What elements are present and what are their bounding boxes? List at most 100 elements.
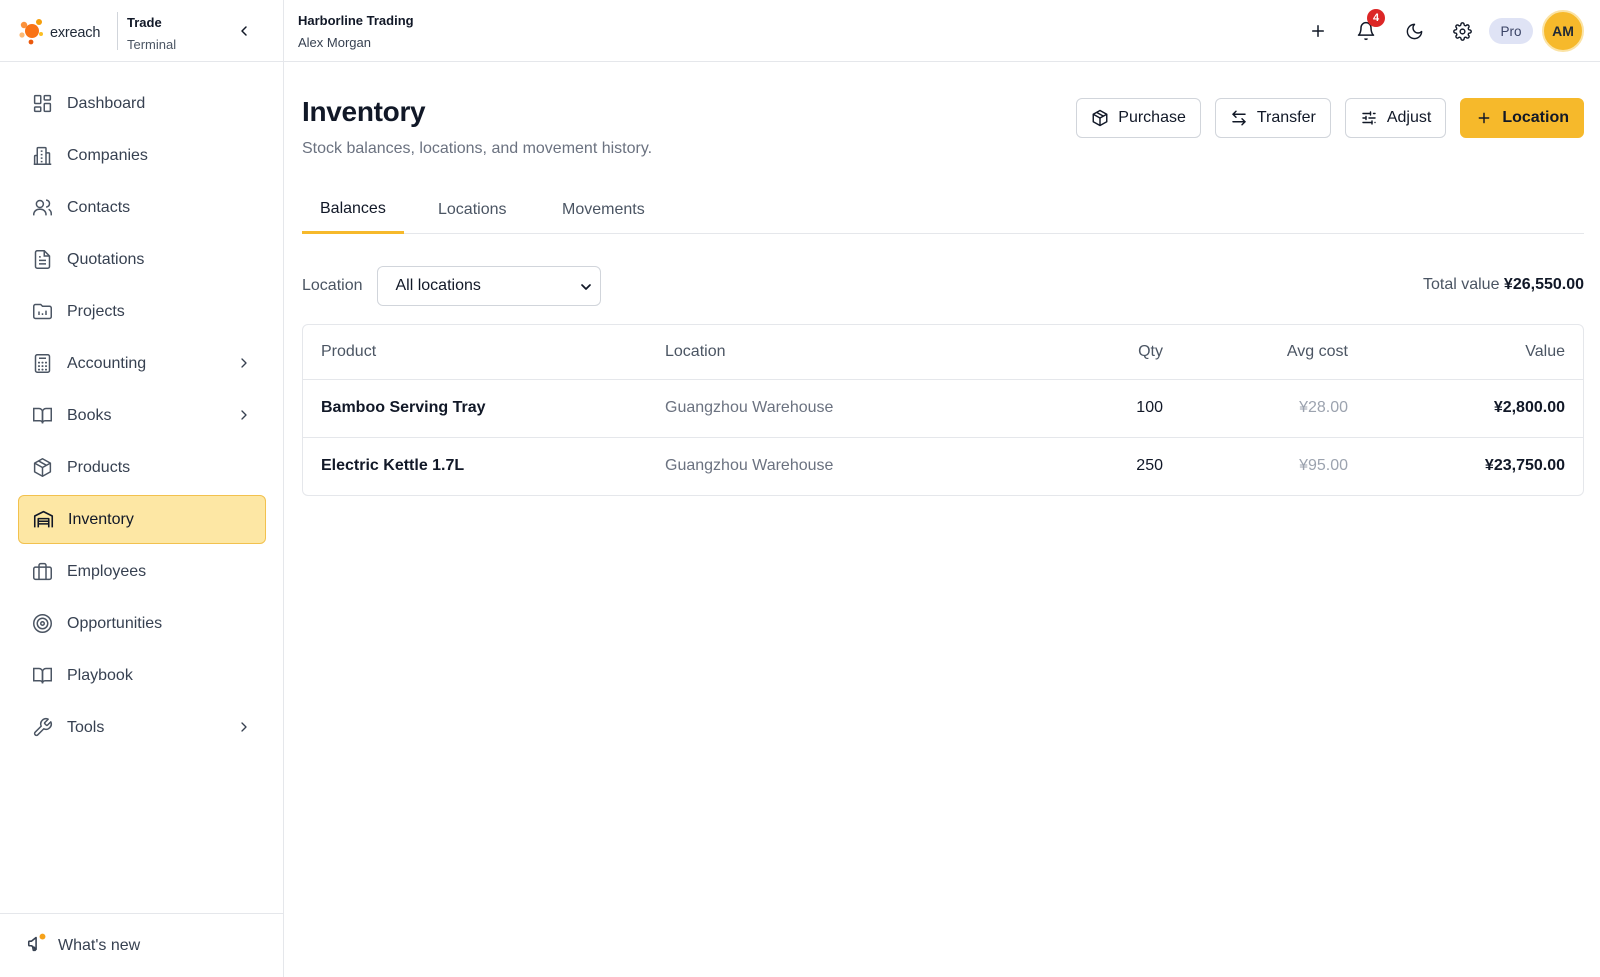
sidebar-item-contacts[interactable]: Contacts [18,183,266,232]
sidebar-item-books[interactable]: Books [18,391,266,440]
page-subtitle: Stock balances, locations, and movement … [302,140,653,157]
chevron-right-icon [241,358,247,368]
transfer-button[interactable]: Transfer [1214,98,1331,138]
package-icon [1091,109,1109,127]
theme-toggle-button[interactable] [1398,15,1430,47]
tab-balances[interactable]: Balances [302,186,404,234]
sidebar-item-tools[interactable]: Tools [18,703,266,752]
package-icon [31,457,53,479]
calculator-icon [31,353,53,375]
cell-qty: 250 [1136,457,1163,475]
plan-badge[interactable]: Pro [1489,18,1533,44]
building-icon [31,145,53,167]
app-name-line1: Trade [127,15,162,30]
cell-location: Guangzhou Warehouse [665,457,834,475]
plus-icon [1312,25,1324,37]
tab-movements[interactable]: Movements [544,186,663,234]
sidebar-item-employees[interactable]: Employees [18,547,266,596]
whats-new-label: What's new [58,936,141,954]
document-icon [31,249,53,271]
brand-divider [117,12,118,50]
tab-locations[interactable]: Locations [420,186,525,234]
app-name: Trade Terminal [127,12,176,56]
sidebar-item-label: Companies [67,146,148,164]
target-icon [31,613,53,635]
sidebar-item-label: Projects [67,302,125,320]
logo[interactable]: exreach [17,15,100,50]
folder-chart-icon [31,301,53,323]
users-icon [31,197,53,219]
gear-icon [1452,21,1472,41]
warehouse-icon [32,509,54,531]
org-switcher[interactable]: Harborline Trading Alex Morgan [298,10,414,54]
transfer-label: Transfer [1256,109,1316,126]
add-location-button[interactable]: Location [1460,98,1584,138]
table-row[interactable]: Electric Kettle 1.7L Guangzhou Warehouse… [303,437,1583,495]
cell-value: ¥2,800.00 [1348,379,1583,438]
cell-value: ¥23,750.00 [1484,457,1565,475]
add-location-label: Location [1502,109,1569,126]
chevron-right-icon [241,722,247,732]
top-bar: Harborline Trading Alex Morgan 4 Pro AM [284,0,1600,62]
brand-header: exreach Trade Terminal [0,0,283,62]
table-header-row: Product Location Qty Avg cost Value [303,325,1583,380]
user-name: Alex Morgan [298,35,371,50]
balances-table: Product Location Qty Avg cost Value Bamb… [302,324,1584,496]
adjust-label: Adjust [1386,109,1432,126]
avatar[interactable]: AM [1542,10,1584,52]
collapse-sidebar-button[interactable] [232,19,256,43]
purchase-button[interactable]: Purchase [1076,98,1201,138]
sidebar-item-label: Quotations [67,250,145,268]
column-header-location[interactable]: Location [665,325,1023,380]
column-header-qty[interactable]: Qty [1023,325,1163,380]
plus-icon [1475,109,1493,127]
chevron-down-icon [580,284,591,290]
cell-product: Bamboo Serving Tray [303,379,665,438]
sidebar-item-label: Opportunities [67,614,163,632]
column-header-value[interactable]: Value [1348,325,1583,380]
create-button[interactable] [1302,15,1334,47]
column-header-product[interactable]: Product [303,325,665,380]
whats-new-button[interactable]: What's new [0,913,283,977]
total-value: Total value ¥26,550.00 [1423,276,1584,294]
arrows-swap-icon [1230,109,1248,127]
sidebar-item-products[interactable]: Products [18,443,266,492]
table-row[interactable]: Bamboo Serving Tray Guangzhou Warehouse … [303,379,1583,438]
sidebar-item-quotations[interactable]: Quotations [18,235,266,284]
purchase-label: Purchase [1118,109,1186,126]
location-select-value: All locations [395,277,481,294]
sidebar-item-inventory[interactable]: Inventory [18,495,266,544]
chevron-right-icon [241,410,247,420]
notification-badge: 4 [1367,9,1385,27]
sidebar-item-dashboard[interactable]: Dashboard [18,79,266,128]
sidebar-item-label: Playbook [67,666,133,684]
book-open-icon [31,665,53,687]
column-header-avg-cost[interactable]: Avg cost [1163,325,1348,380]
sidebar-item-label: Books [67,406,112,424]
sidebar-item-label: Dashboard [67,94,146,112]
megaphone-icon [26,932,48,959]
app-name-line2: Terminal [127,37,177,52]
sliders-icon [1360,109,1378,127]
sidebar-item-opportunities[interactable]: Opportunities [18,599,266,648]
sidebar-item-playbook[interactable]: Playbook [18,651,266,700]
book-icon [31,405,53,427]
chevron-left-icon [241,26,247,36]
cell-avg-cost: ¥95.00 [1299,457,1348,475]
sidebar: exreach Trade Terminal Dashboard Compani… [0,0,284,977]
adjust-button[interactable]: Adjust [1344,98,1447,138]
location-select[interactable]: All locations [376,266,601,306]
cell-avg-cost: ¥28.00 [1163,379,1348,438]
wrench-icon [31,717,53,739]
notifications-button[interactable]: 4 [1350,9,1385,47]
settings-button[interactable] [1446,15,1478,47]
org-name: Harborline Trading [298,13,414,28]
sidebar-item-projects[interactable]: Projects [18,287,266,336]
sidebar-item-accounting[interactable]: Accounting [18,339,266,388]
exreach-logo-icon [17,15,47,50]
page-actions: Purchase Transfer Adjust Location [1076,98,1584,138]
logo-text: exreach [50,24,101,41]
cell-location: Guangzhou Warehouse [665,379,1023,438]
cell-qty: 100 [1023,379,1163,438]
sidebar-item-companies[interactable]: Companies [18,131,266,180]
